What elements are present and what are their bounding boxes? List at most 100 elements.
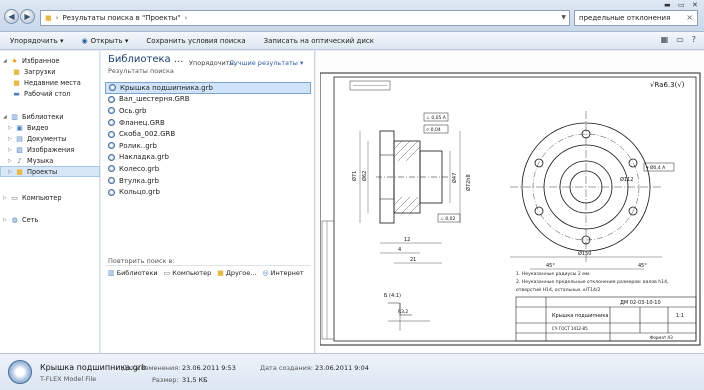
expand-icon[interactable]: ▷	[3, 217, 10, 223]
expand-icon[interactable]: ▷	[3, 195, 10, 201]
note-line: 2. Неуказанные предельные отклонения раз…	[516, 279, 669, 285]
nav-item-pictures[interactable]: ▷ ▨ Изображения	[0, 144, 100, 155]
repeat-libraries-link[interactable]: ▥ Библиотеки	[108, 269, 158, 277]
preview-pane-icon[interactable]: ▭	[676, 35, 684, 44]
expand-icon[interactable]: ◢	[3, 114, 10, 120]
file-name: Крышка подшипника.grb	[120, 83, 213, 92]
address-bar[interactable]: ■ › Результаты поиска в "Проекты" › ▼	[40, 10, 570, 26]
nav-item-video[interactable]: ▷ ▣ Видео	[0, 122, 100, 133]
burn-button[interactable]: Записать на оптический диск	[264, 37, 374, 45]
file-row[interactable]: Фланец.GRB	[105, 117, 311, 129]
nav-network-label: Сеть	[22, 215, 39, 224]
grb-file-icon	[108, 130, 115, 138]
repeat-internet-link[interactable]: ◎ Интернет	[262, 269, 303, 277]
clear-search-icon[interactable]: ×	[686, 13, 693, 22]
file-row[interactable]: Крышка подшипника.grb	[105, 82, 311, 94]
repeat-other-link[interactable]: ■ Другое...	[217, 269, 256, 277]
star-icon: ★	[11, 56, 18, 65]
file-name: Втулка.grb	[119, 176, 160, 185]
repeat-target-label: Интернет	[270, 269, 304, 277]
open-button[interactable]: ◉ Открыть ▾	[82, 37, 129, 45]
file-row[interactable]: Вал_шестерня.GRB	[105, 94, 311, 106]
expand-icon[interactable]: ▷	[8, 158, 15, 164]
nav-favorites[interactable]: ◢ ★ Избранное	[0, 55, 100, 66]
detail-dimension-label: R3,2	[398, 309, 408, 315]
file-row[interactable]: Кольцо.grb	[105, 186, 311, 198]
expand-icon[interactable]: ▷	[8, 147, 15, 153]
file-row[interactable]: Скоба_002.GRB	[105, 128, 311, 140]
modified-value: 23.06.2011 9:53	[182, 364, 236, 372]
nav-item-music[interactable]: ▷ ♪ Музыка	[0, 155, 100, 166]
nav-item-label: Рабочий стол	[24, 89, 71, 98]
repeat-target-label: Библиотеки	[116, 269, 158, 277]
svg-text:21: 21	[410, 257, 416, 263]
expand-icon[interactable]: ▷	[8, 136, 15, 142]
organize-button[interactable]: Упорядочить ▾	[10, 37, 64, 45]
library-subtitle: Результаты поиска	[108, 67, 174, 75]
details-filetype: T-FLEX Model File	[40, 375, 97, 383]
expand-icon[interactable]: ▷	[8, 125, 15, 131]
file-row[interactable]: Ролик..grb	[105, 140, 311, 152]
nav-libraries[interactable]: ◢ ▥ Библиотеки	[0, 111, 100, 122]
expand-icon[interactable]: ◢	[3, 58, 10, 64]
folder-icon: ■	[217, 269, 224, 277]
svg-text:⊥ 0,02: ⊥ 0,02	[440, 216, 456, 222]
computer-icon: ▭	[11, 193, 18, 202]
close-icon[interactable]: ✕	[692, 1, 698, 9]
note-line: 1. Неуказанные радиусы 2 мм.	[516, 271, 591, 277]
arrange-by-dropdown[interactable]: Лучшие результаты ▾	[229, 59, 303, 67]
file-name: Скоба_002.GRB	[119, 130, 176, 139]
chevron-right-icon: ›	[184, 14, 188, 22]
nav-item-label: Проекты	[27, 167, 58, 176]
repeat-search-targets: ▥ Библиотеки ▭ Компьютер ■ Другое... ◎ Интер…	[108, 269, 304, 277]
search-input[interactable]: предельные отклонения ×	[574, 10, 698, 26]
nav-item-recent[interactable]: ■ Недавние места	[0, 77, 100, 88]
svg-text:12: 12	[404, 237, 410, 243]
nav-libraries-label: Библиотеки	[22, 112, 64, 121]
help-icon[interactable]: ?	[692, 35, 696, 44]
file-name: Ось.grb	[119, 106, 147, 115]
save-search-button[interactable]: Сохранить условия поиска	[146, 37, 245, 45]
nav-item-downloads[interactable]: ■ Загрузки	[0, 66, 100, 77]
repeat-target-label: Компьютер	[172, 269, 212, 277]
view-options-icon[interactable]: ▦	[661, 35, 669, 44]
nav-item-documents[interactable]: ▷ ▤ Документы	[0, 133, 100, 144]
back-button[interactable]: ◀	[4, 9, 19, 24]
svg-text:4: 4	[398, 247, 401, 253]
favorites-group: ◢ ★ Избранное ■ Загрузки ■ Недавние мест…	[0, 55, 100, 99]
chevron-down-icon[interactable]: ▼	[561, 14, 566, 21]
nav-computer-label: Компьютер	[22, 193, 62, 202]
chevron-right-icon: ›	[55, 14, 59, 22]
technical-drawing-preview: Ø71 Ø62 Ø47 Ø72h8 12 4 21 ⊥ 0,05 A ⌭ 0,0…	[320, 72, 701, 346]
created-value: 23.06.2011 9:04	[315, 364, 369, 372]
file-row[interactable]: Накладка.grb	[105, 152, 311, 164]
nav-item-label: Изображения	[27, 145, 75, 154]
svg-text:⊥ 0,05 A: ⊥ 0,05 A	[426, 115, 447, 121]
nav-computer[interactable]: ▷ ▭ Компьютер	[0, 192, 100, 203]
nav-item-projects[interactable]: ▷ ■ Проекты	[0, 166, 100, 177]
search-value: предельные отклонения	[579, 14, 671, 22]
view-controls: ▦ ▭ ?	[661, 35, 696, 44]
nav-item-desktop[interactable]: ▬ Рабочий стол	[0, 88, 100, 99]
repeat-search-label: Повторить поиск в:	[108, 257, 175, 265]
nav-network[interactable]: ▷ ◍ Сеть	[0, 214, 100, 225]
file-row[interactable]: Ось.grb	[105, 105, 311, 117]
maximize-icon[interactable]: ▭	[678, 1, 685, 9]
grb-file-icon	[108, 107, 115, 115]
minimize-icon[interactable]: ▬	[664, 1, 671, 9]
recent-places-icon: ■	[13, 78, 20, 87]
nav-item-label: Документы	[27, 134, 67, 143]
note-line: отверстий H14, остальных ±IT14/2	[516, 286, 600, 293]
forward-button[interactable]: ▶	[20, 9, 35, 24]
file-name: Фланец.GRB	[119, 118, 165, 127]
file-list: Крышка подшипника.grb Вал_шестерня.GRB О…	[105, 82, 311, 198]
repeat-computer-link[interactable]: ▭ Компьютер	[164, 269, 212, 277]
nav-item-label: Недавние места	[24, 78, 81, 87]
internet-icon: ◎	[262, 269, 269, 277]
file-row[interactable]: Втулка.grb	[105, 175, 311, 187]
network-icon: ◍	[11, 215, 18, 224]
expand-icon[interactable]: ▷	[8, 169, 15, 175]
grb-file-icon	[108, 188, 115, 196]
file-name: Вал_шестерня.GRB	[119, 95, 190, 104]
file-row[interactable]: Колесо.grb	[105, 163, 311, 175]
